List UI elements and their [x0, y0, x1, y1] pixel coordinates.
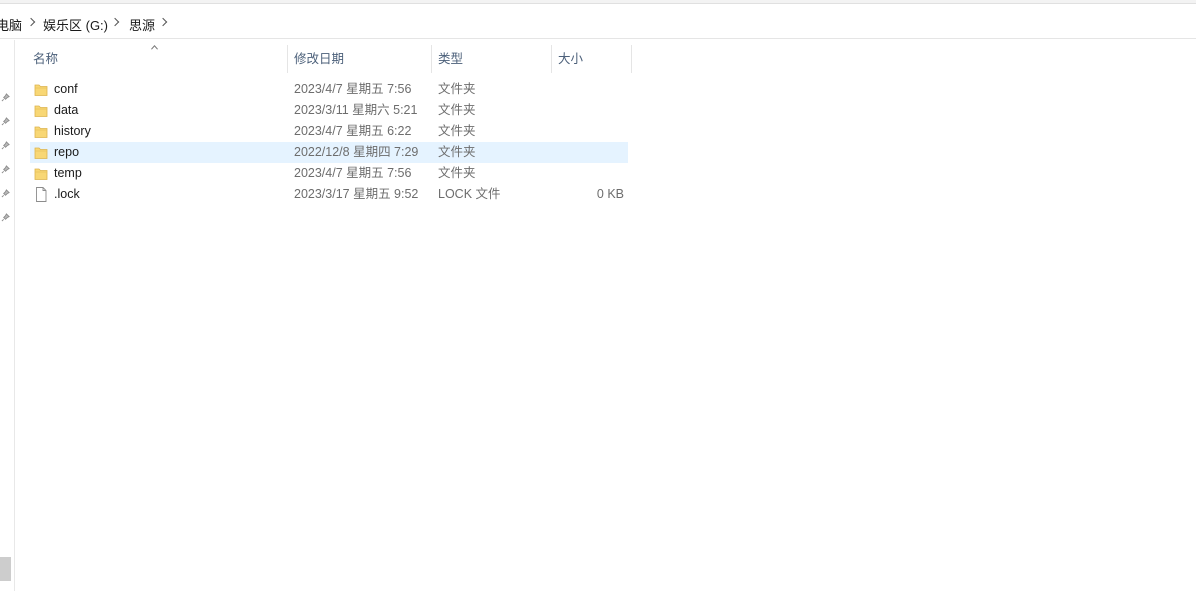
file-row[interactable]: temp 2023/4/7 星期五 7:56 文件夹 [30, 163, 628, 184]
chevron-right-icon[interactable] [26, 17, 36, 27]
navigation-scrollbar-thumb[interactable] [0, 557, 11, 581]
file-type: 文件夹 [438, 103, 476, 117]
file-type: 文件夹 [438, 166, 476, 180]
file-name: data [54, 103, 79, 117]
file-date: 2023/3/11 星期六 5:21 [294, 103, 418, 117]
pin-icon[interactable] [1, 117, 10, 126]
file-date: 2023/4/7 星期五 7:56 [294, 166, 412, 180]
chevron-right-icon[interactable] [110, 17, 120, 27]
file-row[interactable]: repo 2022/12/8 星期四 7:29 文件夹 [30, 142, 628, 163]
address-bar[interactable]: 电脑 娱乐区 (G:) 思源 [0, 8, 1196, 39]
file-name: temp [54, 166, 82, 180]
column-header-size-label: 大小 [558, 52, 584, 66]
file-row[interactable]: .lock 2023/3/17 星期五 9:52 LOCK 文件 0 KB [30, 184, 628, 205]
sort-ascending-icon [151, 45, 158, 50]
file-type: LOCK 文件 [438, 187, 501, 201]
file-row[interactable]: data 2023/3/11 星期六 5:21 文件夹 [30, 100, 628, 121]
file-size: 0 KB [596, 187, 624, 201]
file-type: 文件夹 [438, 82, 476, 96]
column-header-date-label: 修改日期 [294, 52, 345, 66]
pin-icon[interactable] [1, 213, 10, 222]
column-header-name-label: 名称 [33, 52, 59, 66]
breadcrumb-item-folder[interactable]: 思源 [129, 15, 155, 34]
column-header-type[interactable]: 类型 [432, 45, 552, 73]
file-type: 文件夹 [438, 145, 476, 159]
pin-icon[interactable] [1, 189, 10, 198]
file-date: 2022/12/8 星期四 7:29 [294, 145, 419, 159]
folder-icon [34, 126, 48, 138]
breadcrumb-item-drive[interactable]: 娱乐区 (G:) [43, 15, 108, 34]
file-date: 2023/4/7 星期五 7:56 [294, 82, 412, 96]
chevron-right-icon[interactable] [158, 17, 168, 27]
navigation-pane-edge [0, 40, 15, 591]
file-name: .lock [54, 187, 80, 201]
file-name: repo [54, 145, 80, 159]
folder-icon [34, 147, 48, 159]
pin-icon[interactable] [1, 93, 10, 102]
pin-icon[interactable] [1, 165, 10, 174]
file-icon [36, 187, 47, 202]
folder-icon [34, 84, 48, 96]
file-row[interactable]: history 2023/4/7 星期五 6:22 文件夹 [30, 121, 628, 142]
file-type: 文件夹 [438, 124, 476, 138]
file-date: 2023/3/17 星期五 9:52 [294, 187, 419, 201]
breadcrumb-item-computer[interactable]: 电脑 [0, 15, 22, 34]
file-row[interactable]: conf 2023/4/7 星期五 7:56 文件夹 [30, 79, 628, 100]
column-header-size[interactable]: 大小 [552, 45, 632, 73]
file-name: conf [54, 82, 78, 96]
file-name: history [54, 124, 91, 138]
column-header-date[interactable]: 修改日期 [288, 45, 432, 73]
window-top-border [0, 0, 1196, 4]
column-header-type-label: 类型 [438, 52, 464, 66]
folder-icon [34, 168, 48, 180]
pin-icon[interactable] [1, 141, 10, 150]
file-date: 2023/4/7 星期五 6:22 [294, 124, 412, 138]
folder-icon [34, 105, 48, 117]
